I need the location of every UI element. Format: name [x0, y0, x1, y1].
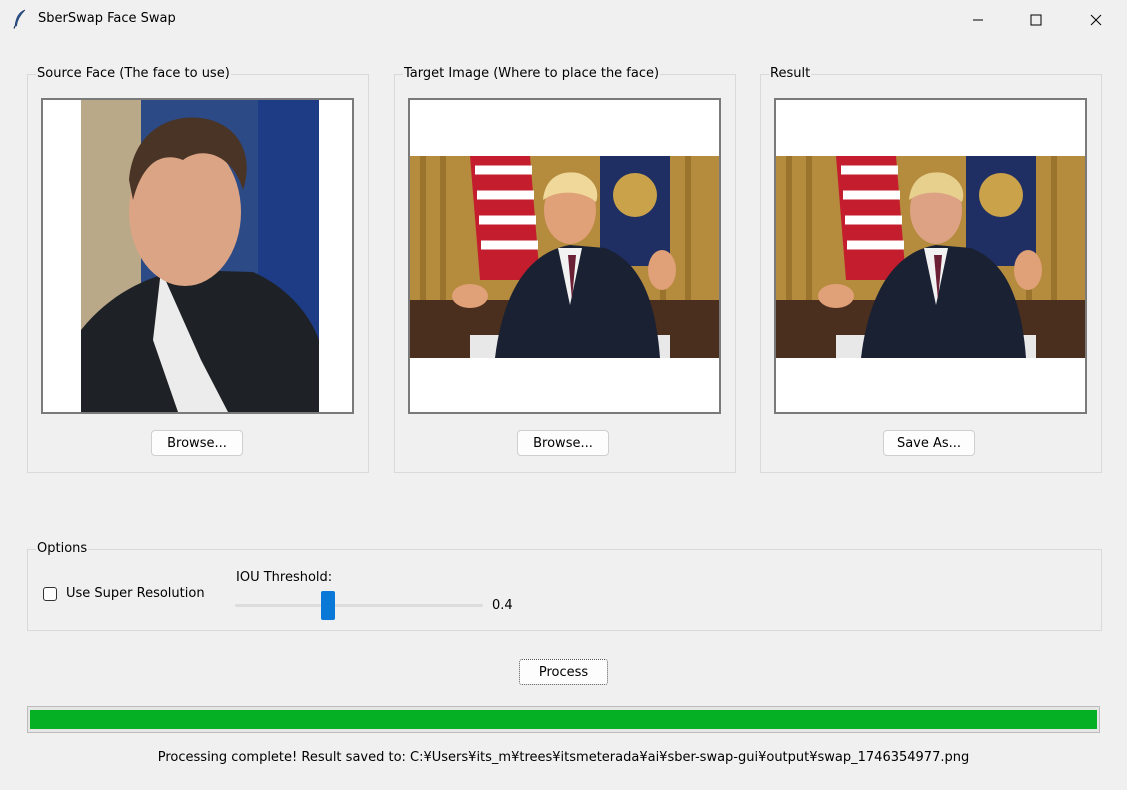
- feather-app-icon: [13, 9, 26, 29]
- iou-threshold-label: IOU Threshold:: [236, 570, 333, 585]
- progress-bar-fill: [30, 710, 1097, 729]
- source-face-label: Source Face (The face to use): [36, 66, 231, 82]
- target-image: [408, 98, 721, 414]
- target-image-label: Target Image (Where to place the face): [403, 66, 661, 82]
- window-title: SberSwap Face Swap: [38, 11, 176, 26]
- iou-threshold-value: 0.4: [492, 598, 513, 613]
- result-image: [774, 98, 1087, 414]
- source-browse-button[interactable]: Browse...: [151, 430, 243, 456]
- process-button[interactable]: Process: [519, 659, 608, 685]
- maximize-icon: [1030, 14, 1042, 26]
- target-browse-button[interactable]: Browse...: [517, 430, 609, 456]
- maximize-button[interactable]: [1007, 0, 1065, 40]
- iou-threshold-slider-track[interactable]: [235, 604, 483, 607]
- title-bar: SberSwap Face Swap: [0, 0, 1127, 40]
- minimize-icon: [973, 19, 983, 21]
- options-label: Options: [36, 541, 89, 557]
- super-resolution-label: Use Super Resolution: [66, 586, 205, 601]
- minimize-button[interactable]: [949, 0, 1007, 40]
- close-icon: [1090, 14, 1102, 26]
- progress-bar: [27, 706, 1100, 733]
- save-as-button[interactable]: Save As...: [883, 430, 975, 456]
- status-text: Processing complete! Result saved to: C:…: [157, 750, 970, 765]
- super-resolution-checkbox[interactable]: [43, 587, 57, 601]
- result-label: Result: [769, 66, 812, 82]
- iou-threshold-slider-thumb[interactable]: [321, 591, 335, 620]
- source-face-image: [41, 98, 354, 414]
- close-button[interactable]: [1067, 0, 1125, 40]
